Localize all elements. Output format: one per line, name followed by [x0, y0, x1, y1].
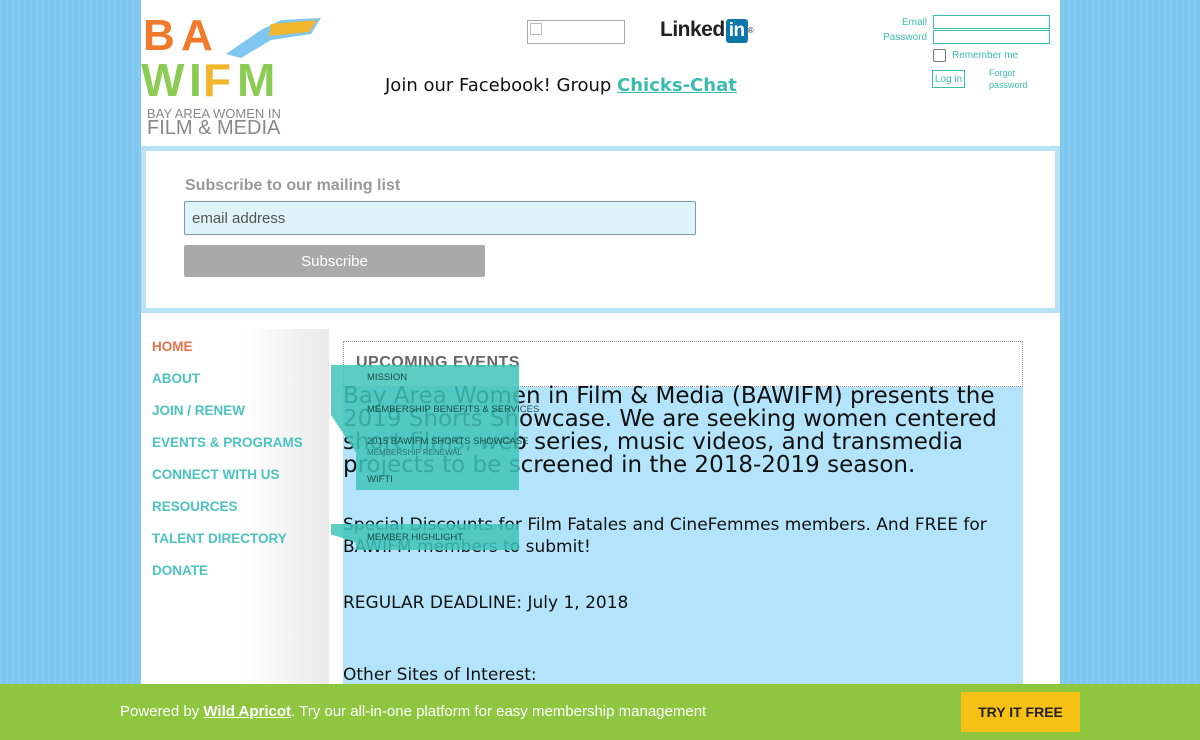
logo-subtitle-2: FILM & MEDIA: [147, 117, 281, 139]
forgot-password-link[interactable]: Forgot password: [989, 67, 1049, 91]
svg-text:F: F: [203, 54, 231, 106]
svg-text:I: I: [189, 54, 202, 106]
submenu-item-membership-renewal[interactable]: MEMBERSHIP RENEWAL: [367, 448, 462, 457]
submenu-item-wifti[interactable]: WIFTI: [367, 474, 393, 485]
submenu-item-membership-benefits[interactable]: MEMBERSHIP BENEFITS & SERVICES: [367, 404, 539, 415]
email-label: Email: [901, 17, 927, 28]
page-container: B A W I F M BAY AREA WOMEN IN FILM & MED…: [141, 0, 1060, 740]
svg-text:W: W: [141, 54, 185, 106]
svg-text:A: A: [181, 11, 213, 60]
regular-deadline: REGULAR DEADLINE: July 1, 2018: [343, 593, 629, 613]
linkedin-link[interactable]: Linked in ®: [660, 18, 754, 43]
linkedin-icon: in: [725, 19, 748, 43]
about-submenu: MISSION MEMBERSHIP BENEFITS & SERVICES 2…: [331, 365, 539, 555]
sidebar-nav: HOME ABOUT JOIN / RENEW EVENTS & PROGRAM…: [141, 329, 329, 689]
sidebar-item-events-programs[interactable]: EVENTS & PROGRAMS: [152, 435, 303, 450]
sidebar-item-connect[interactable]: CONNECT WITH US: [152, 467, 280, 482]
wild-apricot-footer: Powered by Wild Apricot. Try our all-in-…: [0, 684, 1200, 740]
sidebar-item-home[interactable]: HOME: [152, 339, 193, 354]
remember-me-label: Remember me: [952, 50, 1019, 61]
password-row: Password: [861, 30, 1051, 44]
try-it-free-button[interactable]: TRY IT FREE: [961, 692, 1080, 732]
login-button[interactable]: Log in: [932, 70, 965, 88]
mailing-list-inner: Subscribe to our mailing list Subscribe: [146, 151, 1055, 308]
sidebar-item-resources[interactable]: RESOURCES: [152, 499, 238, 514]
svg-text:B: B: [143, 11, 175, 60]
site-header: B A W I F M BAY AREA WOMEN IN FILM & MED…: [141, 0, 1060, 146]
svg-text:M: M: [237, 54, 275, 106]
site-logo[interactable]: B A W I F M BAY AREA WOMEN IN FILM & MED…: [141, 10, 326, 139]
submenu-item-mission[interactable]: MISSION: [367, 372, 407, 383]
footer-text: Powered by Wild Apricot. Try our all-in-…: [120, 703, 706, 720]
forgot-line-2: password: [989, 80, 1028, 90]
wild-apricot-link[interactable]: Wild Apricot: [203, 703, 291, 720]
mailing-list-panel: Subscribe to our mailing list Subscribe: [141, 146, 1060, 313]
powered-by: Powered by: [120, 703, 204, 720]
sidebar-item-about[interactable]: ABOUT: [152, 371, 200, 386]
sidebar-item-join-renew[interactable]: JOIN / RENEW: [152, 403, 245, 418]
subscribe-button[interactable]: Subscribe: [184, 245, 485, 277]
email-row: Email: [861, 15, 1051, 29]
submenu-item-member-highlight[interactable]: MEMBER HIGHLIGHT: [367, 532, 463, 543]
broken-image-icon: [530, 23, 542, 35]
password-label: Password: [883, 32, 927, 43]
linkedin-wordmark: Linked: [660, 18, 725, 41]
email-address-input[interactable]: [184, 201, 696, 235]
mailing-list-title: Subscribe to our mailing list: [185, 177, 401, 194]
sidebar-item-talent-directory[interactable]: TALENT DIRECTORY: [152, 531, 287, 546]
submenu-backdrop: [331, 365, 519, 490]
footer-tagline: . Try our all-in-one platform for easy m…: [291, 703, 707, 720]
facebook-group-line: Join our Facebook! Group Chicks-Chat: [385, 75, 737, 96]
password-field[interactable]: [933, 30, 1050, 44]
chicks-chat-link[interactable]: Chicks-Chat: [617, 75, 737, 96]
facebook-prefix: Join our Facebook! Group: [385, 75, 618, 96]
other-sites-heading: Other Sites of Interest:: [343, 665, 537, 685]
submenu-item-shorts-showcase[interactable]: 2015 BAWIFM SHORTS SHOWCASE: [367, 436, 529, 447]
remember-me-checkbox[interactable]: [933, 49, 946, 62]
linkedin-registered-mark: ®: [747, 25, 754, 35]
login-form: Email Password Remember me Log in Forgot…: [861, 14, 1056, 104]
forgot-line-1: Forgot: [989, 68, 1016, 78]
sidebar-item-donate[interactable]: DONATE: [152, 563, 208, 578]
broken-banner-image[interactable]: [527, 20, 625, 44]
email-field[interactable]: [933, 15, 1050, 29]
